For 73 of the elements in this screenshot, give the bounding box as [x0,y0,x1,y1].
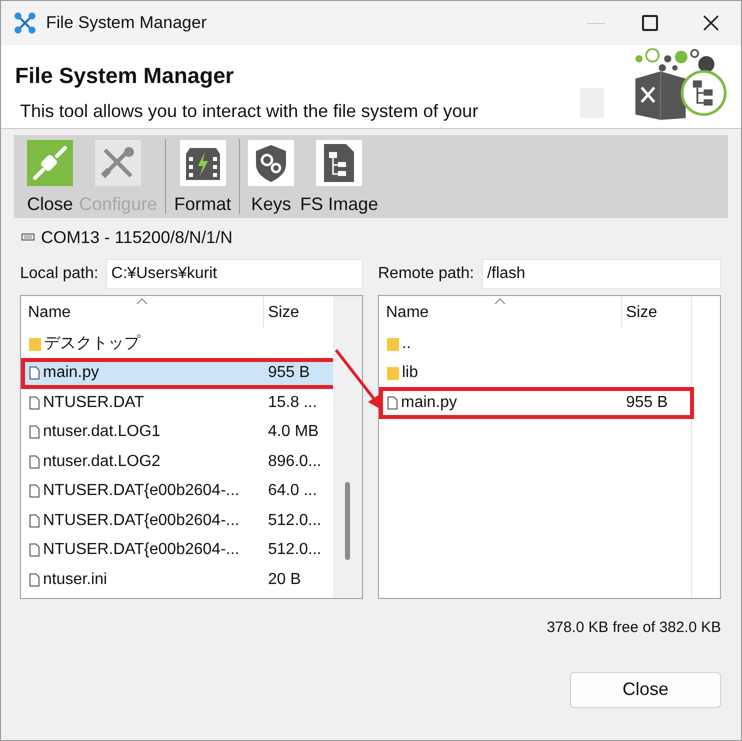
path-label: Local path: [20,264,98,284]
file-size: 955 B [267,363,310,384]
file-name: NTUSER.DAT{e00b2604-... [43,510,240,531]
header-title: File System Manager [15,62,235,90]
file-icon [387,396,398,410]
file-row[interactable]: NTUSER.DAT{e00b2604-... 64.0 ... [21,476,333,506]
path-label: Remote path: [378,264,474,284]
path-field[interactable]: /flash [482,259,721,289]
folder-icon [387,366,399,380]
toolbar-button[interactable]: Format [172,135,234,218]
chip-icon [180,140,226,186]
file-row[interactable]: NTUSER.DAT{e00b2604-... 512.0... [21,536,333,565]
file-icon [29,396,40,410]
file-row[interactable]: lib [379,358,691,388]
plug-icon [27,140,74,186]
file-icon [29,484,40,498]
path-field[interactable]: C:¥Users¥kurit [106,259,363,289]
file-name: .. [402,334,411,354]
header-description: This tool allows you to interact with the file system of your [20,100,478,123]
tools-icon [95,140,142,186]
file-icon [29,514,40,528]
file-row[interactable]: デスクトップ [21,329,333,358]
file-name: ntuser.ini [43,570,108,590]
file-icon [29,366,40,380]
file-name: main.py [43,363,100,384]
shield-icon [248,140,294,186]
file-name: NTUSER.DAT [43,392,144,413]
file-name: main.py [401,392,458,413]
close-icon[interactable] [703,15,719,31]
file-row[interactable]: ntuser.dat.LOG1 4.0 MB [21,418,333,447]
file-row[interactable]: main.py 955 B [21,358,333,388]
file-icon [29,454,40,469]
file-name: ntuser.dat.LOG1 [43,422,160,442]
file-size: 512.0... [267,510,322,531]
connection-label: COM13 - 115200/8/N/1/N [41,227,232,250]
file-name: NTUSER.DAT{e00b2604-... [43,540,240,560]
file-name: ntuser.dat.LOG2 [43,452,160,472]
file-size: 64.0 ... [267,481,317,502]
toolbar-button[interactable]: Close [25,135,76,218]
folder-icon [29,336,41,351]
file-size: 955 B [625,392,668,413]
file-row[interactable]: NTUSER.DAT 15.8 ... [21,388,333,418]
close-button[interactable]: Close [570,672,721,708]
column-header[interactable]: Size [621,296,691,329]
file-row[interactable]: .. [379,329,691,358]
file-size: 15.8 ... [267,392,317,413]
sort-caret-icon [494,298,506,305]
file-row[interactable]: main.py 955 B [379,388,691,418]
window-title: File System Manager [46,12,207,34]
column-header[interactable]: Name [21,296,263,329]
file-icon [29,425,40,440]
file-row[interactable]: NTUSER.DAT{e00b2604-... 512.0... [21,506,333,536]
toolbar-button[interactable]: FS Image [298,135,380,218]
file-row[interactable]: ntuser.dat.LOG2 896.0... [21,447,333,476]
app-icon [13,11,37,35]
document-tree-icon [316,140,362,186]
file-size: 4.0 MB [267,422,319,442]
file-icon [29,543,40,558]
file-size: 896.0... [267,452,322,472]
port-icon [21,233,35,243]
column-header[interactable]: Name [379,296,621,329]
file-size: 512.0... [267,540,322,560]
file-name: lib [402,363,418,384]
file-row[interactable]: ntuser.ini 20 B [21,565,333,594]
free-space-label: 378.0 KB free of 382.0 KB [546,618,721,638]
scrollbar-thumb[interactable] [345,482,350,560]
toolbar-button[interactable]: Keys [246,135,296,218]
file-name: デスクトップ [44,334,140,354]
folder-icon [387,336,399,351]
file-size: 20 B [267,570,301,590]
file-name: NTUSER.DAT{e00b2604-... [43,481,240,502]
file-icon [29,572,40,587]
sort-caret-icon [136,298,148,305]
